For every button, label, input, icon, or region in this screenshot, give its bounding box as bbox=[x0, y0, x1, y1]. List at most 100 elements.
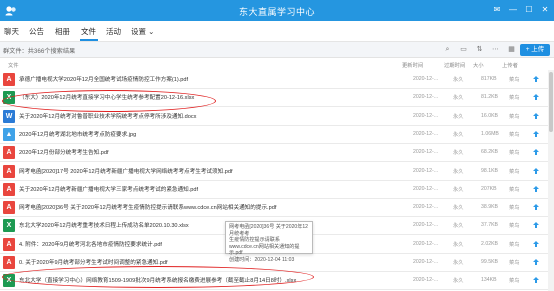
upload-arrow-icon[interactable] bbox=[532, 75, 540, 83]
file-name[interactable]: 关于2020年12月统考对鲁普职业技术学院统考考点停考所涉及通知.docx bbox=[19, 112, 196, 120]
file-expire: 永久 bbox=[453, 278, 464, 285]
file-expire: 永久 bbox=[453, 205, 464, 212]
tab-files[interactable]: 文件 bbox=[81, 26, 96, 37]
file-updated: 2020-12-... bbox=[413, 76, 439, 82]
mail-icon[interactable]: ✉ bbox=[492, 4, 502, 16]
upload-arrow-icon[interactable] bbox=[532, 258, 540, 266]
file-row[interactable]: A 承德广播电视大学2020年12月全国统考试场疫情防控工作方案(1).pdf 20… bbox=[0, 70, 548, 89]
folder-icon[interactable]: ▭ bbox=[459, 45, 468, 54]
pdf-file-icon: A bbox=[3, 182, 15, 196]
file-name[interactable]: 2020年12月统考湖北地市统考考点防疫要求.jpg bbox=[19, 130, 136, 138]
tab-chat[interactable]: 聊天 bbox=[4, 26, 19, 37]
file-uploader: 菜鸟 bbox=[509, 223, 520, 230]
file-updated: 2020-12-... bbox=[413, 277, 439, 284]
file-uploader: 菜鸟 bbox=[509, 131, 520, 138]
file-updated: 2020-12-... bbox=[413, 94, 439, 101]
file-expire: 永久 bbox=[453, 186, 464, 193]
file-name[interactable]: 关于2020年12月统考新疆广播电视大学三家考点统考考试的紧急通知.pdf bbox=[19, 185, 198, 193]
file-row[interactable]: A 网考电函[2020]17号 2020年12月统考新疆广播电视大学网络统考考点考… bbox=[0, 162, 548, 181]
column-updated[interactable]: 更新时间 bbox=[402, 61, 423, 69]
highlight-ellipse bbox=[2, 90, 216, 112]
file-name[interactable]: 4. 附件：2020年9月统考河北各地市疫情防控要求统计.pdf bbox=[19, 240, 162, 248]
scrollbar-thumb[interactable] bbox=[549, 72, 553, 132]
upload-button[interactable]: + 上传 bbox=[520, 44, 550, 56]
file-uploader: 菜鸟 bbox=[509, 168, 520, 175]
file-row[interactable]: A 网考电函[2020]36号 关于2020年12月统考考生疫情防控提示请联系ww… bbox=[0, 198, 548, 218]
pdf-file-icon: A bbox=[3, 201, 15, 215]
title-bar: 东大直属学习中心 ✉ — ☐ ✕ bbox=[0, 0, 554, 21]
close-button[interactable]: ✕ bbox=[540, 4, 550, 16]
file-name[interactable]: 网考电函[2020]17号 2020年12月统考新疆广播电视大学网络统考考点考生… bbox=[19, 167, 233, 175]
pdf-file-icon: A bbox=[3, 146, 15, 160]
file-row[interactable]: A 关于2020年12月统考新疆广播电视大学三家考点统考考试的紧急通知.pdf 20… bbox=[0, 180, 548, 199]
tooltip-line: 生疫情防控提示请联系www.cdce.cn网站相关通知的提 bbox=[229, 237, 300, 250]
file-uploader: 菜鸟 bbox=[509, 150, 520, 157]
breadcrumb: 群文件：共366个搜索结果 bbox=[3, 48, 76, 55]
sort-icon[interactable]: ⇅ bbox=[475, 45, 484, 54]
upload-arrow-icon[interactable] bbox=[532, 203, 540, 211]
minimize-button[interactable]: — bbox=[508, 4, 518, 16]
file-uploader: 菜鸟 bbox=[509, 205, 520, 212]
file-size: 99.5KB bbox=[481, 259, 499, 265]
file-name[interactable]: 2020年12月份部分统考考生告知.pdf bbox=[19, 148, 109, 156]
file-size: 38.9KB bbox=[481, 204, 499, 211]
pdf-file-icon: A bbox=[3, 237, 15, 251]
file-size: 817KB bbox=[481, 76, 497, 82]
upload-arrow-icon[interactable] bbox=[532, 93, 540, 101]
file-uploader: 菜鸟 bbox=[509, 278, 520, 285]
file-name[interactable]: 东北大学2020年12月统考重考技术日程上传成功名单2020.10.30.xls… bbox=[19, 221, 189, 229]
file-name[interactable]: 承德广播电视大学2020年12月全国统考试场疫情防控工作方案(1).pdf bbox=[19, 75, 188, 83]
file-name[interactable]: 0. 关于2020年9月统考部分考生考试时间调整的紧急通知.pdf bbox=[19, 258, 168, 266]
file-size: 68.2KB bbox=[481, 149, 499, 156]
column-expire[interactable]: 过期时间 bbox=[444, 61, 465, 69]
file-row[interactable]: A 2020年12月份部分统考考生告知.pdf 2020-12-... 永久 68.2K… bbox=[0, 143, 548, 163]
highlight-ellipse bbox=[2, 266, 314, 288]
upload-arrow-icon[interactable] bbox=[532, 276, 540, 284]
word-file-icon: W bbox=[3, 109, 15, 123]
upload-arrow-icon[interactable] bbox=[532, 148, 540, 156]
file-size: 16.0KB bbox=[481, 112, 499, 119]
file-updated: 2020-12-... bbox=[413, 149, 439, 156]
upload-arrow-icon[interactable] bbox=[532, 221, 540, 229]
tab-announcements[interactable]: 公告 bbox=[29, 26, 44, 37]
tab-album[interactable]: 相册 bbox=[55, 26, 70, 37]
upload-arrow-icon[interactable] bbox=[532, 167, 540, 175]
pdf-file-icon: A bbox=[3, 256, 15, 269]
more-icon[interactable]: ⋯ bbox=[491, 45, 500, 54]
upload-arrow-icon[interactable] bbox=[532, 130, 540, 138]
tooltip-created-time: 创建时间：2020-12-04 11:03 bbox=[229, 256, 295, 263]
file-uploader: 菜鸟 bbox=[509, 186, 520, 193]
file-name[interactable]: 网考电函[2020]36号 关于2020年12月统考考生疫情防控提示请联系www… bbox=[19, 203, 276, 211]
file-row[interactable]: ▲ 2020年12月统考湖北地市统考考点防疫要求.jpg 2020-12-... 永久… bbox=[0, 125, 548, 144]
file-size: 81.2KB bbox=[481, 94, 499, 101]
column-name[interactable]: 文件 bbox=[8, 61, 19, 69]
file-updated: 2020-12-... bbox=[413, 259, 439, 265]
file-expire: 永久 bbox=[453, 150, 464, 157]
upload-arrow-icon[interactable] bbox=[532, 185, 540, 193]
toolbar-icons: ⌕ ▭ ⇅ ⋯ ▦ bbox=[443, 45, 516, 54]
file-size: 134KB bbox=[481, 277, 497, 284]
file-updated: 2020-12-... bbox=[413, 167, 439, 174]
pdf-file-icon: A bbox=[3, 164, 15, 178]
maximize-button[interactable]: ☐ bbox=[524, 4, 534, 16]
search-icon[interactable]: ⌕ bbox=[443, 45, 452, 54]
file-size: 207KB bbox=[481, 185, 497, 192]
file-updated: 2020-12-... bbox=[413, 112, 439, 119]
column-size[interactable]: 大小 bbox=[473, 61, 484, 69]
window-title: 东大直属学习中心 bbox=[238, 7, 315, 17]
grid-view-icon[interactable]: ▦ bbox=[507, 45, 516, 54]
file-expire: 永久 bbox=[453, 131, 464, 138]
file-size: 37.7KB bbox=[481, 222, 499, 229]
file-expire: 永久 bbox=[453, 168, 464, 175]
file-updated: 2020-12-... bbox=[413, 222, 439, 229]
upload-arrow-icon[interactable] bbox=[532, 240, 540, 248]
upload-arrow-icon[interactable] bbox=[532, 112, 540, 120]
tab-activities[interactable]: 活动 bbox=[106, 26, 121, 37]
tab-settings[interactable]: 设置 ⌄ bbox=[131, 26, 154, 37]
file-expire: 永久 bbox=[453, 260, 464, 266]
pdf-file-icon: A bbox=[3, 73, 15, 86]
image-file-icon: ▲ bbox=[3, 127, 15, 141]
column-uploader[interactable]: 上传者 bbox=[502, 61, 518, 69]
file-tooltip: 网考电函[2020]36号 关于2020年12月统考考 生疫情防控提示请联系ww… bbox=[225, 221, 313, 263]
active-tab-indicator bbox=[80, 39, 98, 41]
